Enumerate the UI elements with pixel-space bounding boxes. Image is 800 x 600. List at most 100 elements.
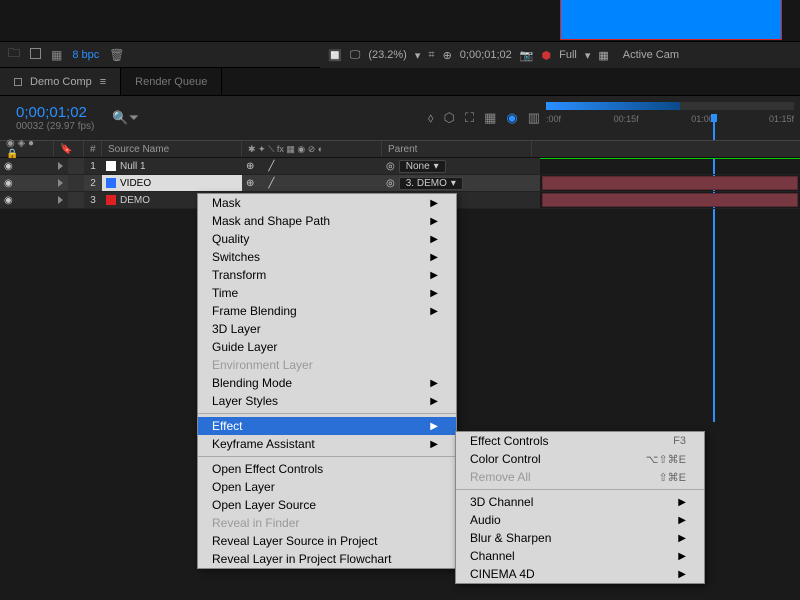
menu-item[interactable]: Mask▶ <box>198 194 456 212</box>
menu-item[interactable]: Reveal Layer Source in Project <box>198 532 456 550</box>
layer-column-headers: ◉ ◈ ● 🔒 🔖 # Source Name ✱ ✦ ⟍ fx ▦ ◉ ⊘ ◐… <box>0 140 800 158</box>
twirl-icon[interactable] <box>58 196 63 204</box>
submenu-arrow-icon: ▶ <box>430 198 438 209</box>
time-ruler[interactable]: :00f 00:15f 01:00f 01:15f <box>540 96 800 140</box>
menu-item[interactable]: 3D Channel▶ <box>456 493 704 511</box>
view-options-icon[interactable]: ▦ <box>598 49 608 62</box>
layer-name[interactable]: DEMO <box>120 195 150 206</box>
twirl-icon[interactable] <box>58 179 63 187</box>
trash-icon[interactable]: 🗑 <box>109 48 124 62</box>
viewer-timecode[interactable]: 0;00;01;02 <box>460 49 512 61</box>
zoom-value[interactable]: (23.2%) <box>368 49 407 61</box>
tab-menu-icon[interactable]: ≡ <box>100 76 106 88</box>
menu-item[interactable]: Mask and Shape Path▶ <box>198 212 456 230</box>
menu-item[interactable]: Guide Layer <box>198 338 456 356</box>
playhead[interactable] <box>708 114 720 130</box>
menu-item[interactable]: Layer Styles▶ <box>198 392 456 410</box>
menu-item[interactable]: Blur & Sharpen▶ <box>456 529 704 547</box>
submenu-arrow-icon: ▶ <box>678 497 686 508</box>
folder-icon[interactable]: 🗀 <box>8 44 20 65</box>
menu-item[interactable]: Switches▶ <box>198 248 456 266</box>
menu-item[interactable]: Open Layer <box>198 478 456 496</box>
source-name-header[interactable]: Source Name <box>102 141 242 157</box>
crop-icon[interactable]: ⌗ <box>428 49 434 62</box>
track-row[interactable] <box>540 158 800 175</box>
new-comp-icon[interactable] <box>30 48 41 62</box>
parent-dropdown[interactable]: None▾ <box>399 160 446 173</box>
layer-name[interactable]: VIDEO <box>120 178 151 189</box>
menu-item[interactable]: Open Layer Source <box>198 496 456 514</box>
layer-row[interactable]: ◉ 1 Null 1 ⊕╱ ◎None▾ <box>0 158 540 175</box>
menu-item[interactable]: Blending Mode▶ <box>198 374 456 392</box>
menu-item[interactable]: Color Control⌥⇧⌘E <box>456 450 704 468</box>
video-toggle-icon[interactable]: ◉ <box>4 195 13 206</box>
menu-item-label: Reveal Layer Source in Project <box>212 534 377 548</box>
video-toggle-icon[interactable]: ◉ <box>4 161 13 172</box>
search-icon[interactable]: 🔍⏷ <box>112 110 139 126</box>
menu-item[interactable]: Keyframe Assistant▶ <box>198 435 456 453</box>
timeline-tracks[interactable] <box>540 158 800 209</box>
layer-row[interactable]: ◉ 2 VIDEO ⊕╱ ◎3. DEMO▾ <box>0 175 540 192</box>
menu-item-label: Effect Controls <box>470 434 548 448</box>
layer-name[interactable]: Null 1 <box>120 161 146 172</box>
frame-blend-icon[interactable]: ▦ <box>484 110 496 126</box>
dropdown-icon[interactable]: ▾ <box>585 49 591 62</box>
menu-item[interactable]: Audio▶ <box>456 511 704 529</box>
magnify-icon[interactable]: 🔲 <box>328 49 342 62</box>
effect-submenu[interactable]: Effect ControlsF3Color Control⌥⇧⌘ERemove… <box>455 431 705 584</box>
menu-item[interactable]: Frame Blending▶ <box>198 302 456 320</box>
motion-blur-icon[interactable]: ◉ <box>506 110 517 126</box>
menu-item[interactable]: Open Effect Controls <box>198 460 456 478</box>
submenu-arrow-icon: ▶ <box>430 439 438 450</box>
layer-bar[interactable] <box>542 176 798 190</box>
menu-item[interactable]: Effect▶ <box>198 417 456 435</box>
bit-depth-label[interactable]: 8 bpc <box>72 49 99 61</box>
menu-item-label: Guide Layer <box>212 340 277 354</box>
current-timecode[interactable]: 0;00;01;02 00032 (29.97 fps) <box>0 104 94 132</box>
tick-label: 01:15f <box>769 114 794 130</box>
label-color[interactable] <box>68 175 84 191</box>
tab-demo-comp[interactable]: Demo Comp ≡ <box>0 68 121 95</box>
switch-icon[interactable]: ⊕ <box>246 178 254 189</box>
parent-header[interactable]: Parent <box>382 141 532 157</box>
draft3d-icon[interactable]: ⬡ <box>444 110 455 126</box>
menu-item[interactable]: Effect ControlsF3 <box>456 432 704 450</box>
menu-item[interactable]: Time▶ <box>198 284 456 302</box>
graph-editor-icon[interactable]: ▥ <box>528 110 540 126</box>
parent-dropdown[interactable]: 3. DEMO▾ <box>399 177 463 190</box>
menu-item[interactable]: Transform▶ <box>198 266 456 284</box>
snapshot-icon[interactable]: 📷 <box>520 49 534 62</box>
label-color[interactable] <box>68 158 84 174</box>
submenu-arrow-icon: ▶ <box>430 216 438 227</box>
pickwhip-icon[interactable]: ◎ <box>386 161 395 172</box>
menu-item[interactable]: Quality▶ <box>198 230 456 248</box>
switches-header: ✱ ✦ ⟍ fx ▦ ◉ ⊘ ◐ <box>242 141 382 157</box>
menu-item[interactable]: Channel▶ <box>456 547 704 565</box>
switch-icon[interactable]: ╱ <box>268 178 274 189</box>
monitor-icon[interactable]: 🖵 <box>350 49 361 62</box>
switch-icon[interactable]: ╱ <box>268 161 274 172</box>
switch-icon[interactable]: ⊕ <box>246 161 254 172</box>
resolution-label[interactable]: Full <box>559 49 577 61</box>
dropdown-icon[interactable]: ▾ <box>415 49 421 62</box>
menu-item[interactable]: CINEMA 4D▶ <box>456 565 704 583</box>
reticle-icon[interactable]: ⊕ <box>443 49 452 62</box>
menu-item[interactable]: Reveal Layer in Project Flowchart <box>198 550 456 568</box>
label-color[interactable] <box>68 192 84 208</box>
twirl-icon[interactable] <box>58 162 63 170</box>
shy-icon[interactable]: ⛶ <box>465 110 474 126</box>
track-row[interactable] <box>540 192 800 209</box>
menu-item-label: Open Effect Controls <box>212 462 323 476</box>
tab-render-queue[interactable]: Render Queue <box>121 68 222 95</box>
layer-bar[interactable] <box>542 193 798 207</box>
menu-item[interactable]: 3D Layer <box>198 320 456 338</box>
track-row[interactable] <box>540 175 800 192</box>
time-navigator[interactable] <box>546 102 794 110</box>
channel-icon[interactable]: ⬢ <box>542 49 552 62</box>
video-toggle-icon[interactable]: ◉ <box>4 178 13 189</box>
project-settings-icon[interactable]: ▦ <box>51 48 62 62</box>
comp-mini-flowchart-icon[interactable]: ⬨ <box>428 110 434 126</box>
layer-context-menu[interactable]: Mask▶Mask and Shape Path▶Quality▶Switche… <box>197 193 457 569</box>
pickwhip-icon[interactable]: ◎ <box>386 178 395 189</box>
camera-label[interactable]: Active Cam <box>623 49 679 61</box>
